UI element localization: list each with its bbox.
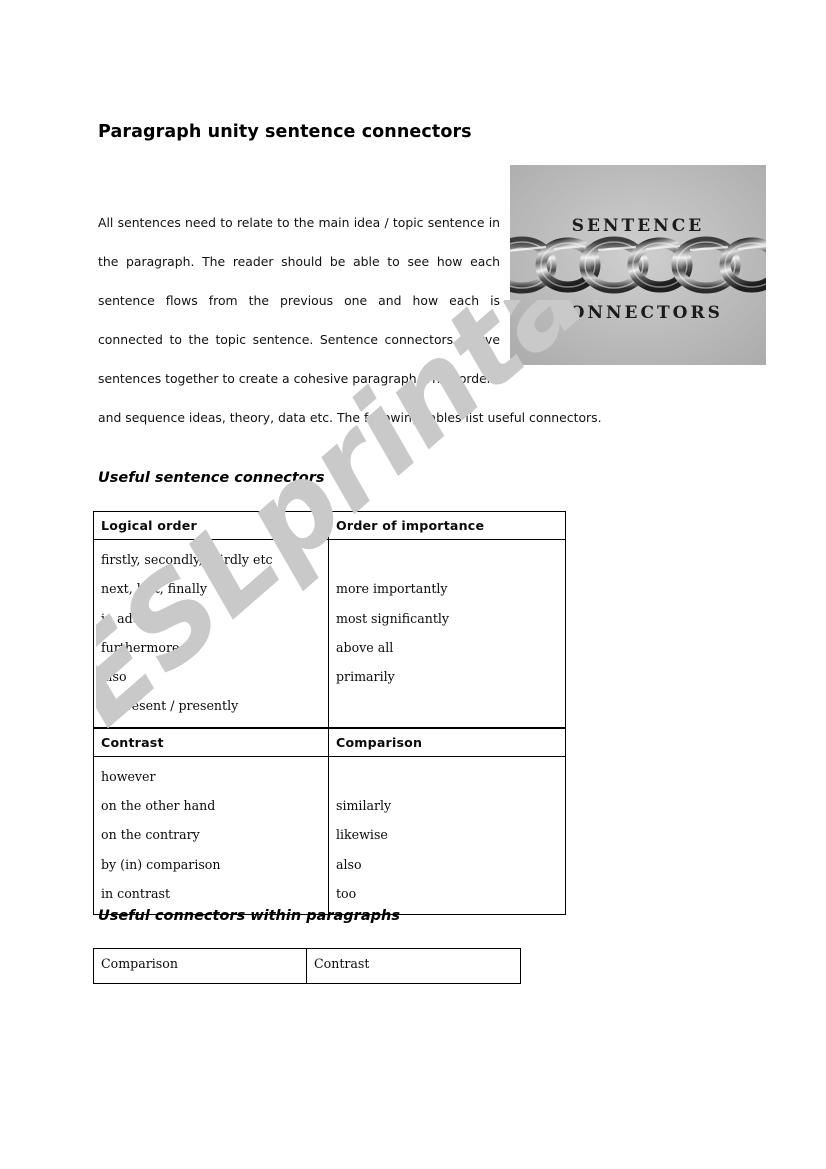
connector-item: similarly: [336, 798, 392, 814]
connector-item: primarily: [336, 669, 395, 685]
connector-item: likewise: [336, 827, 388, 843]
connector-item: also: [101, 669, 127, 685]
connector-item: also: [336, 856, 362, 872]
table-cell-logical-order: firstly, secondly, thirdly etc next, las…: [93, 538, 329, 729]
chain-links-image: SENTENCE CONNECTORS: [510, 165, 766, 365]
table-header-cell: Comparison: [328, 726, 566, 757]
section-heading-useful-sentence-connectors: Useful sentence connectors: [98, 470, 325, 486]
table-header-cell: Contrast: [306, 948, 521, 984]
table-header-cell: Logical order: [93, 511, 329, 540]
connector-item: by (in) comparison: [101, 856, 221, 872]
table-header-row: Contrast Comparison: [93, 726, 566, 757]
intro-body: All sentences need to relate to the main…: [98, 215, 500, 386]
spacer-line: [336, 762, 565, 791]
table-cell-comparison: similarly likewise also too: [328, 755, 566, 916]
figure-top-label: SENTENCE: [572, 216, 704, 236]
intro-paragraph: All sentences need to relate to the main…: [98, 203, 602, 437]
connector-item: in contrast: [101, 885, 171, 901]
connector-item: firstly, secondly, thirdly etc: [101, 552, 273, 567]
table-header-cell: Comparison: [93, 948, 307, 984]
spacer-line: [336, 691, 565, 720]
connector-item: on the contrary: [101, 827, 200, 843]
table-header-row: Comparison Contrast: [93, 948, 521, 984]
connector-item: however: [101, 768, 156, 784]
connector-item: most significantly: [336, 610, 450, 626]
table-row: however on the other hand on the contrar…: [93, 755, 566, 916]
table-header-cell: Contrast: [93, 726, 329, 757]
intro-last-line: and sequence ideas, theory, data etc. Th…: [98, 410, 602, 425]
worksheet-page: ESLprintables.com Paragraph unity senten…: [0, 0, 826, 1169]
section-heading-useful-connectors-within-paragraphs: Useful connectors within paragraphs: [98, 908, 400, 924]
connector-item: more importantly: [336, 581, 448, 597]
connector-item: in addition: [101, 610, 170, 626]
connector-item: above all: [336, 639, 394, 655]
table-cell-contrast: however on the other hand on the contrar…: [93, 755, 329, 916]
page-title: Paragraph unity sentence connectors: [98, 122, 472, 142]
table-row: firstly, secondly, thirdly etc next, las…: [93, 538, 566, 729]
figure-bottom-label: CONNECTORS: [553, 303, 723, 323]
connector-item: furthermore: [101, 639, 180, 655]
connector-item: too: [336, 885, 357, 901]
table-header-cell: Order of importance: [328, 511, 566, 540]
useful-connectors-within-paragraphs-table: Comparison Contrast: [93, 948, 521, 984]
connector-item: on the other hand: [101, 798, 216, 814]
table-header-row: Logical order Order of importance: [93, 511, 566, 540]
spacer-line: [336, 545, 565, 574]
useful-sentence-connectors-table: Logical order Order of importance firstl…: [93, 511, 566, 916]
connector-item: next, last, finally: [101, 581, 207, 597]
table-cell-order-of-importance: more importantly most significantly abov…: [328, 538, 566, 729]
connector-item: at present / presently: [101, 698, 239, 714]
